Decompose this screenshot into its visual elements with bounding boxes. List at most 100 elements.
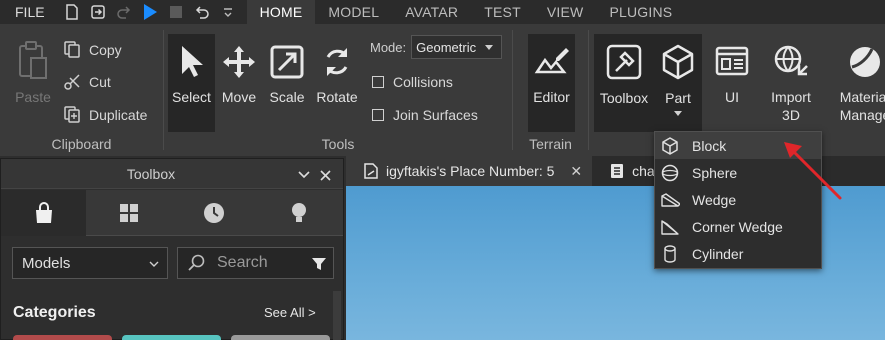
import-3d-button[interactable]: Import 3D (765, 34, 817, 132)
move-tool-button[interactable]: Move (217, 34, 261, 132)
collisions-toggle[interactable]: Collisions (372, 74, 453, 90)
globe-import-icon (774, 45, 808, 76)
categories-heading: Categories (13, 304, 96, 321)
tab-home[interactable]: HOME (246, 0, 316, 24)
part-button[interactable]: Part (654, 34, 702, 132)
toolbox-label: Toolbox (599, 90, 649, 106)
clipboard-group: Paste Copy Cut Duplicate Clipboard (0, 24, 163, 156)
paste-button[interactable]: Paste (10, 34, 56, 132)
copy-icon (64, 41, 80, 58)
ui-button[interactable]: UI (709, 34, 755, 132)
move-arrows-icon (223, 46, 255, 78)
cut-label: Cut (89, 73, 111, 90)
tab-inventory[interactable] (86, 190, 171, 236)
select-tool-button[interactable]: Select (168, 34, 215, 132)
join-surfaces-label: Join Surfaces (393, 107, 478, 123)
mode-row: Mode: Geometric (370, 35, 503, 59)
rotate-icon (326, 48, 348, 76)
toolbox-search-input[interactable]: Search (177, 247, 334, 279)
scale-tool-button[interactable]: Scale (264, 34, 310, 132)
grid-icon (119, 204, 138, 222)
lightbulb-icon (291, 203, 306, 222)
publish-icon[interactable] (85, 0, 111, 24)
studio-window: FILE HOME MODEL AVATAR TEST VIEW PLUGINS… (0, 0, 885, 340)
mode-value: Geometric (416, 39, 477, 55)
scale-icon (270, 45, 304, 79)
search-icon (188, 254, 205, 271)
category-card[interactable] (13, 335, 112, 340)
ui-label: UI (725, 89, 739, 105)
paste-label: Paste (15, 89, 51, 105)
material-manager-label: MateriaManage (839, 89, 885, 123)
material-manager-button[interactable]: MateriaManage (835, 34, 885, 132)
menu-item-corner-wedge[interactable]: Corner Wedge (655, 213, 821, 240)
chevron-down-icon (485, 45, 494, 50)
corner-wedge-label: Corner Wedge (692, 218, 783, 235)
category-card[interactable] (122, 335, 221, 340)
ui-icon (715, 46, 749, 76)
tools-group: Select Move Scale Rotate Mode: Geometric (164, 24, 512, 156)
toolbox-scrollbar[interactable] (333, 291, 341, 340)
chevron-down-icon (149, 261, 159, 267)
tab-model[interactable]: MODEL (315, 0, 392, 24)
collisions-label: Collisions (393, 74, 453, 90)
close-icon[interactable]: ✕ (570, 163, 582, 180)
toolbox-button[interactable]: Toolbox (596, 34, 652, 132)
tab-place-document[interactable]: igyftakis's Place Number: 5 ✕ (346, 156, 593, 186)
mode-dropdown[interactable]: Geometric (411, 35, 503, 59)
collisions-checkbox[interactable] (372, 76, 384, 88)
tab-creations[interactable] (256, 190, 341, 236)
undo-icon[interactable] (189, 0, 215, 24)
chat-tab-label: cha (632, 163, 655, 179)
duplicate-label: Duplicate (89, 106, 148, 123)
rotate-tool-button[interactable]: Rotate (313, 34, 361, 132)
stop-icon[interactable] (163, 0, 189, 24)
see-all-link[interactable]: See All > (264, 305, 316, 320)
customize-toolbar-icon[interactable] (215, 0, 241, 24)
join-surfaces-checkbox[interactable] (372, 109, 384, 121)
chevron-down-icon[interactable] (298, 171, 310, 179)
menu-item-cylinder[interactable]: Cylinder (655, 240, 821, 267)
toolbox-category-tabs (1, 190, 343, 236)
terrain-editor-button[interactable]: Editor (528, 34, 575, 132)
terrain-editor-icon (534, 48, 569, 74)
cut-button[interactable]: Cut (63, 72, 111, 91)
rotate-label: Rotate (316, 89, 358, 105)
asset-type-dropdown[interactable]: Models (12, 247, 168, 279)
tab-view[interactable]: VIEW (534, 0, 597, 24)
toolbox-icon (606, 44, 642, 80)
filter-icon[interactable] (312, 257, 326, 271)
redo-icon[interactable] (111, 0, 137, 24)
select-label: Select (172, 89, 211, 105)
tools-group-label: Tools (321, 136, 355, 152)
cursor-icon (181, 46, 203, 77)
category-card[interactable] (231, 335, 330, 340)
sphere-label: Sphere (692, 164, 738, 181)
duplicate-button[interactable]: Duplicate (63, 105, 147, 124)
clipboard-group-label: Clipboard (51, 136, 112, 152)
ribbon-tabs: HOME MODEL AVATAR TEST VIEW PLUGINS (246, 0, 686, 24)
close-icon[interactable] (320, 170, 331, 181)
move-label: Move (221, 89, 257, 105)
top-menu-bar: FILE HOME MODEL AVATAR TEST VIEW PLUGINS (0, 0, 885, 24)
terrain-group: Editor Terrain (513, 24, 588, 156)
copy-button[interactable]: Copy (63, 40, 122, 59)
block-label: Block (692, 137, 727, 154)
paste-icon (19, 41, 47, 79)
copy-label: Copy (89, 41, 122, 58)
corner-wedge-icon (661, 219, 679, 235)
tab-test[interactable]: TEST (471, 0, 534, 24)
toolbox-panel: Toolbox Models Search Categories See All… (0, 158, 344, 340)
cylinder-label: Cylinder (692, 245, 744, 262)
new-file-icon[interactable] (59, 0, 85, 24)
terrain-group-label: Terrain (529, 136, 572, 152)
tab-avatar[interactable]: AVATAR (392, 0, 471, 24)
tab-marketplace[interactable] (1, 190, 86, 236)
script-icon (611, 164, 624, 178)
file-menu[interactable]: FILE (0, 4, 59, 20)
join-surfaces-toggle[interactable]: Join Surfaces (372, 107, 478, 123)
tab-plugins[interactable]: PLUGINS (596, 0, 685, 24)
editor-label: Editor (533, 89, 570, 105)
tab-recent[interactable] (171, 190, 256, 236)
play-icon[interactable] (137, 0, 163, 24)
